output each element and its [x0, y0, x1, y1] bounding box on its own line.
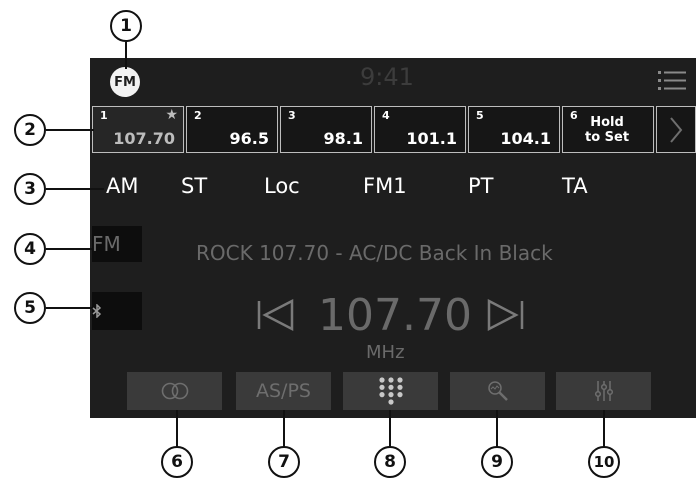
star-icon: ★: [165, 107, 178, 123]
preset-5[interactable]: 5 104.1: [468, 106, 560, 153]
frequency-unit: MHz: [366, 342, 405, 363]
preset-number: 1: [100, 109, 108, 122]
callout-line-1: [125, 42, 127, 69]
callout-line-9: [496, 410, 498, 448]
callout-1: 1: [110, 10, 142, 42]
preset-6[interactable]: 6 Hold to Set: [562, 106, 654, 153]
callout-2: 2: [14, 114, 46, 146]
callout-7: 7: [268, 446, 300, 478]
skip-previous-icon[interactable]: [256, 298, 294, 332]
preset-frequency: 96.5: [229, 129, 269, 148]
callout-5: 5: [14, 292, 46, 324]
callout-10: 10: [588, 446, 620, 478]
band-label: FM: [92, 232, 121, 256]
mode-am[interactable]: AM: [106, 174, 138, 198]
callout-8: 8: [374, 446, 406, 478]
preset-frequency: 98.1: [323, 129, 363, 148]
callout-line-10: [603, 410, 605, 448]
preset-number: 4: [382, 109, 390, 122]
preset-3[interactable]: 3 98.1: [280, 106, 372, 153]
callout-line-3: [46, 188, 104, 190]
preset-bar: 1 ★ 107.70 2 96.5 3 98.1 4 101.1 5 104.1…: [92, 106, 696, 153]
as-ps-button[interactable]: AS/PS: [236, 372, 331, 410]
list-menu-icon[interactable]: [658, 70, 686, 92]
preset-frequency: 101.1: [406, 129, 457, 148]
bluetooth-icon: [92, 304, 102, 318]
callout-line-4: [46, 248, 92, 250]
callout-line-7: [283, 410, 285, 448]
scan-search-icon: [487, 381, 508, 401]
preset-number: 5: [476, 109, 484, 122]
mode-st[interactable]: ST: [181, 174, 207, 198]
sound-settings-button[interactable]: [556, 372, 651, 410]
preset-1[interactable]: 1 ★ 107.70: [92, 106, 184, 153]
hold-line-2: to Set: [585, 130, 630, 145]
keypad-button[interactable]: [343, 372, 438, 410]
skip-next-icon[interactable]: [487, 298, 525, 332]
preset-4[interactable]: 4 101.1: [374, 106, 466, 153]
callout-line-6: [176, 410, 178, 448]
mode-pt[interactable]: PT: [468, 174, 494, 198]
mode-loc[interactable]: Loc: [264, 174, 300, 198]
chevron-right-icon: [670, 116, 683, 143]
preset-next-button[interactable]: [656, 106, 696, 153]
scan-button[interactable]: [450, 372, 545, 410]
preset-frequency: 104.1: [500, 129, 551, 148]
equalizer-icon: [594, 381, 613, 401]
stereo-icon: [161, 382, 188, 400]
callout-line-2: [46, 129, 94, 131]
station-text: ROCK 107.70 - AC/DC Back In Black: [196, 241, 553, 265]
preset-number: 6: [570, 109, 578, 122]
keypad-icon: [378, 377, 403, 405]
preset-2[interactable]: 2 96.5: [186, 106, 278, 153]
band-indicator[interactable]: FM: [92, 226, 142, 262]
callout-3: 3: [14, 173, 46, 205]
as-ps-label: AS/PS: [256, 380, 311, 402]
stereo-button[interactable]: [127, 372, 222, 410]
clock: 9:41: [360, 63, 414, 91]
callout-line-5: [46, 307, 92, 309]
callout-line-8: [389, 410, 391, 448]
callout-4: 4: [14, 233, 46, 265]
mode-ta[interactable]: TA: [562, 174, 588, 198]
mode-fm1[interactable]: FM1: [363, 174, 407, 198]
callout-9: 9: [481, 446, 513, 478]
current-frequency: 107.70: [318, 290, 472, 341]
callout-6: 6: [161, 446, 193, 478]
preset-number: 3: [288, 109, 296, 122]
bluetooth-indicator[interactable]: [92, 292, 142, 330]
preset-number: 2: [194, 109, 202, 122]
fm-badge: FM: [110, 67, 140, 97]
preset-frequency: 107.70: [113, 129, 175, 148]
hold-line-1: Hold: [590, 115, 624, 130]
preset-hold-label: Hold to Set: [585, 115, 629, 145]
